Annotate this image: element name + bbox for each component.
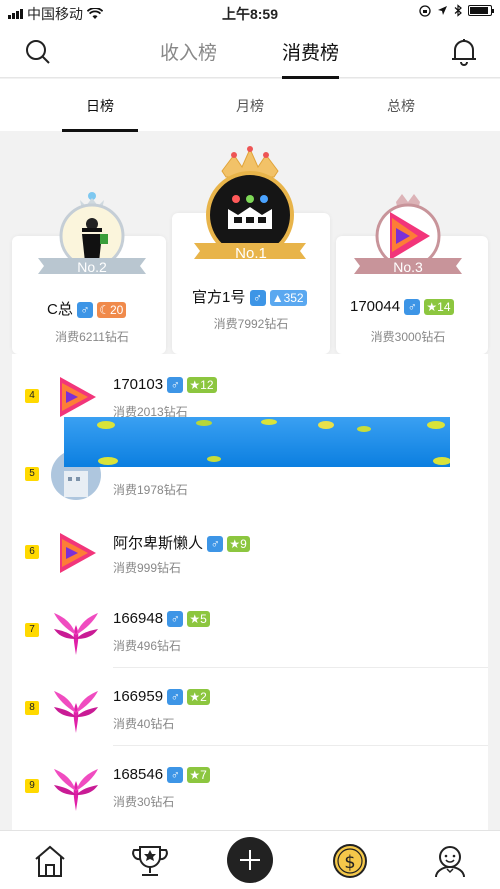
level-badge: ☾20 [97,302,127,319]
spend-amount: 消费30钻石 [113,795,175,809]
tab-daily[interactable]: 日榜 [62,96,138,132]
level-badge: ★5 [187,611,210,628]
location-icon [438,6,447,15]
first-badge-label: No.1 [235,245,267,262]
level-badge: ★12 [187,377,217,394]
home-icon[interactable] [30,841,70,881]
lock-rotation-icon [419,4,431,17]
rank-badge: 6 [25,545,39,559]
avatar [60,377,96,417]
user-name: 170103 [113,376,164,393]
male-icon: ♂ [207,536,224,553]
user-info: 166959 ♂ ★2 [113,688,210,706]
overlay-banner[interactable] [64,417,450,467]
list-item[interactable]: 7 166948 ♂ ★5 消费496钻石 [12,590,488,668]
rank-badge: 5 [25,467,39,481]
profile-icon[interactable] [430,841,470,881]
level-badge: ▲352 [269,290,307,307]
second-user-name: C总 [47,301,73,318]
avatar [60,533,96,573]
first-user-spend: 消费7992钻石 [213,317,289,331]
second-user-spend: 消费6211钻石 [55,330,129,344]
user-name: 阿尔卑斯懒人 [113,535,204,552]
user-info: 168546 ♂ ★7 [113,766,210,784]
second-user-info: C总 ♂ ☾20 [47,298,127,319]
spend-amount: 消费999钻石 [113,561,182,575]
user-info: 166948 ♂ ★5 [113,610,210,628]
tab-monthly[interactable]: 月榜 [212,96,288,116]
status-bar: 中国移动 上午8:59 [0,0,500,26]
level-badge: ★7 [187,767,210,784]
level-badge: ★14 [424,299,454,316]
third-user-name: 170044 [350,298,401,315]
rank-badge: 9 [25,779,39,793]
male-icon: ♂ [404,299,421,316]
rank-badge: 7 [25,623,39,637]
coin-icon[interactable]: $ [330,841,370,881]
third-badge-label: No.3 [393,259,423,275]
rank-badge: 8 [25,701,39,715]
trophy-icon[interactable] [130,841,170,881]
top-header: 收入榜 消费榜 [0,26,500,79]
search-icon[interactable] [24,38,52,66]
male-icon: ♂ [77,302,94,319]
spend-amount: 消费1978钻石 [113,483,188,497]
period-tabs: 日榜 月榜 总榜 [0,79,500,132]
leaf-pattern [97,419,450,465]
user-info: 阿尔卑斯懒人 ♂ ★9 [113,532,250,553]
user-name: 166948 [113,610,164,627]
avatar [54,769,98,811]
first-user-name: 官方1号 [192,289,246,306]
spend-amount: 消费496钻石 [113,639,182,653]
level-badge: ★2 [187,689,210,706]
user-name: 168546 [113,766,164,783]
tab-income-ranking[interactable]: 收入榜 [160,38,217,65]
third-user-info: 170044 ♂ ★14 [350,298,454,316]
male-icon: ♂ [167,611,184,628]
bluetooth-icon [454,4,462,17]
bottom-nav: $ [0,830,500,889]
list-item[interactable]: 6 阿尔卑斯懒人 ♂ ★9 消费999钻石 [12,512,488,590]
bell-icon[interactable] [450,37,478,67]
avatar [54,691,98,733]
status-right [419,4,494,17]
male-icon: ♂ [167,689,184,706]
rank-badge: 4 [25,389,39,403]
second-badge-label: No.2 [77,259,107,275]
list-item[interactable]: 8 166959 ♂ ★2 消费40钻石 [12,668,488,746]
spend-amount: 消费40钻石 [113,717,175,731]
third-user-spend: 消费3000钻石 [370,330,446,344]
level-badge: ★9 [227,536,250,553]
male-icon: ♂ [167,767,184,784]
avatar [54,613,98,655]
male-icon: ♂ [167,377,184,394]
first-user-info: 官方1号 ♂ ▲352 [192,286,307,307]
user-name: 166959 [113,688,164,705]
tab-total[interactable]: 总榜 [363,96,439,116]
list-item[interactable]: 9 168546 ♂ ★7 消费30钻石 [12,746,488,824]
battery-icon [468,5,494,16]
tab-consumption-ranking[interactable]: 消费榜 [282,38,340,79]
user-info: 170103 ♂ ★12 [113,376,217,394]
add-icon[interactable] [226,836,274,884]
svg-text:$: $ [344,852,355,873]
male-icon: ♂ [249,290,266,307]
